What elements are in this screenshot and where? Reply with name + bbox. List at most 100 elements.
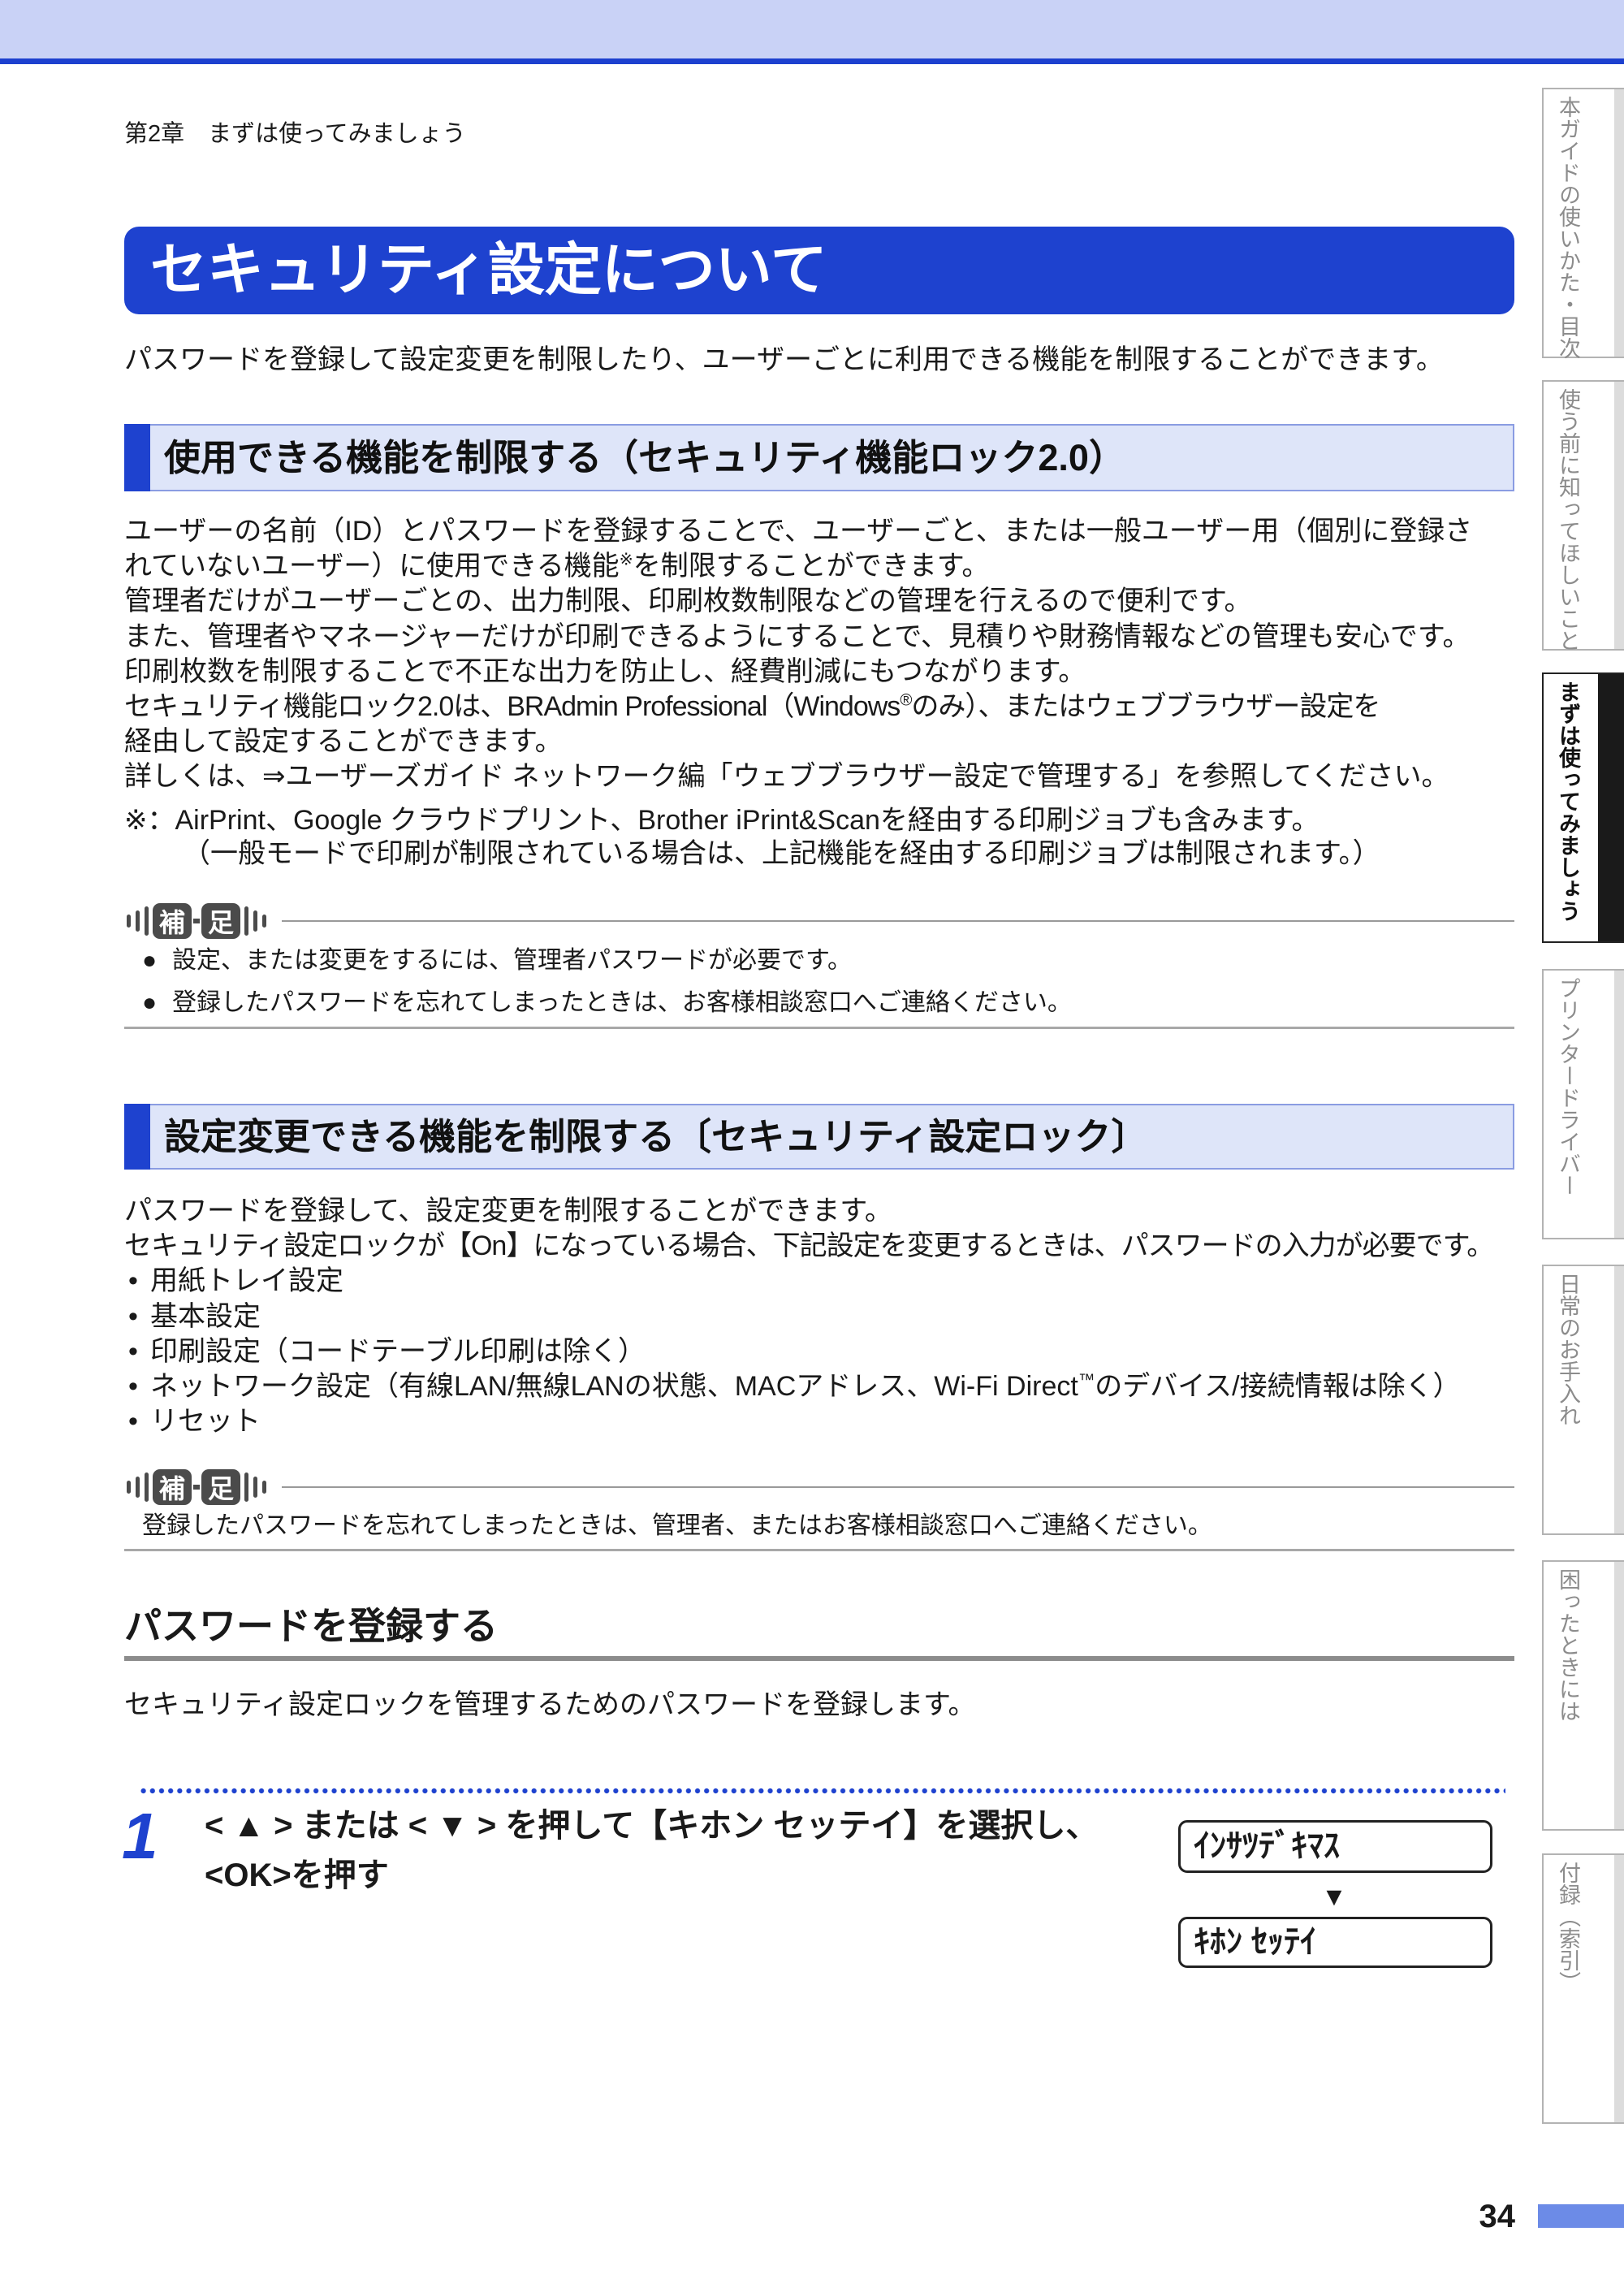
paragraph-line: パスワードを登録して、設定変更を制限することができます。 bbox=[124, 1196, 892, 1226]
registered-mark: ® bbox=[900, 691, 912, 710]
supplement-label-decoration bbox=[127, 1481, 131, 1494]
paragraph-line: 印刷枚数を制限することで不正な出力を防止し、経費削減にもつながります。 bbox=[124, 655, 1086, 687]
list-item-text: のデバイス/接続情報は除く） bbox=[1095, 1371, 1461, 1403]
step-divider-dotted-line bbox=[139, 1787, 1505, 1795]
paragraph-line: れていないユーザー）に使用できる機能※を制限することができます。 bbox=[124, 549, 1514, 584]
supplement-label-decoration bbox=[244, 1473, 248, 1502]
list-item: • 基本設定 bbox=[124, 1300, 1514, 1334]
side-tab-before-use[interactable]: 使う前に知ってほしいこと bbox=[1542, 380, 1624, 651]
side-tab-printer-driver[interactable]: プリンタードライバー bbox=[1542, 969, 1624, 1239]
step-instruction: < ▲ > または < ▼ > を押して【キホン セッテイ】を選択し、 <OK>… bbox=[205, 1801, 1098, 1901]
list-item: • 用紙トレイ設定 bbox=[124, 1264, 1514, 1299]
supplement-label-char: 補 bbox=[153, 903, 192, 939]
side-tab-guide-contents[interactable]: 本ガイドの使いかた・目次 bbox=[1542, 88, 1624, 359]
paragraph-line: セキュリティ機能ロック2.0は、BRAdmin Professional（Win… bbox=[124, 690, 1514, 724]
section-heading-function-lock: 使用できる機能を制限する（セキュリティ機能ロック2.0） bbox=[124, 424, 1514, 491]
section-heading-setting-lock: 設定変更できる機能を制限する〔セキュリティ設定ロック〕 bbox=[124, 1104, 1514, 1170]
lcd-text: ｲﾝｻﾂﾃﾞｷﾏｽ bbox=[1194, 1828, 1340, 1864]
paragraph-line: 経由して設定することができます。 bbox=[124, 726, 563, 758]
side-tab-appendix-index[interactable]: 付録（索引） bbox=[1542, 1853, 1624, 2124]
side-tab-label: 付録（索引） bbox=[1556, 1862, 1580, 1993]
footnote-line: ※：AirPrint、Google クラウドプリント、Brother iPrin… bbox=[124, 805, 1320, 836]
supplement-label-decoration bbox=[262, 915, 266, 928]
supplement-rule bbox=[282, 1486, 1514, 1488]
supplement-label-decoration bbox=[262, 1481, 266, 1494]
side-tab-label: まずは使ってみましょう bbox=[1556, 681, 1580, 922]
register-password-description: セキュリティ設定ロックを管理するためのパスワードを登録します。 bbox=[124, 1689, 976, 1720]
page-number: 34 bbox=[1479, 2199, 1516, 2234]
supplement-label-decoration bbox=[244, 906, 248, 936]
page-title: セキュリティ設定について bbox=[150, 238, 827, 301]
paragraph-line: ユーザーの名前（ID）とパスワードを登録することで、ユーザーごと、または一般ユー… bbox=[124, 516, 1473, 547]
section-heading-bar bbox=[124, 424, 150, 491]
side-tab-label: 本ガイドの使いかた・目次 bbox=[1556, 96, 1580, 359]
bullet-icon: • bbox=[128, 1335, 138, 1367]
supplement-label-decoration bbox=[136, 1477, 140, 1498]
side-tab-maintenance[interactable]: 日常のお手入れ bbox=[1542, 1265, 1624, 1535]
supplement-label-decoration bbox=[253, 910, 257, 932]
bullet-icon: ● bbox=[142, 947, 158, 974]
lcd-text: ｷﾎﾝ ｾｯﾃｲ bbox=[1194, 1924, 1317, 1960]
supplement-label-char: 足 bbox=[201, 1469, 240, 1505]
bullet-icon: • bbox=[128, 1406, 138, 1438]
step-number: 1 bbox=[122, 1800, 158, 1872]
step-instruction-line: < ▲ > または < ▼ > を押して【キホン セッテイ】を選択し、 bbox=[205, 1808, 1099, 1844]
line-text: を制限することができます。 bbox=[633, 551, 990, 582]
page-title-banner: セキュリティ設定について bbox=[124, 227, 1514, 314]
supplement-text: 登録したパスワードを忘れてしまったときは、管理者、またはお客様相談窓口へご連絡く… bbox=[142, 1512, 1212, 1539]
supplement-rule bbox=[282, 920, 1514, 922]
supplement-bottom-rule bbox=[124, 1549, 1514, 1551]
supplement-label-char: 足 bbox=[201, 903, 240, 939]
line-text: のみ）、またはウェブブラウザー設定を bbox=[911, 691, 1380, 723]
paragraph-line: また、管理者やマネージャーだけが印刷できるようにすることで、見積りや財務情報など… bbox=[124, 621, 1471, 652]
side-tab-troubleshooting[interactable]: 困ったときには bbox=[1542, 1560, 1624, 1831]
trademark-mark: ™ bbox=[1078, 1371, 1095, 1390]
side-tab-getting-started[interactable]: まずは使ってみましょう bbox=[1542, 672, 1624, 943]
manual-page: 第2章 まずは使ってみましょう セキュリティ設定について パスワードを登録して設… bbox=[0, 0, 1624, 2292]
list-item-text: 印刷設定（コードテーブル印刷は除く） bbox=[150, 1335, 646, 1367]
footnote-mark: ※ bbox=[619, 551, 633, 569]
bullet-icon: ● bbox=[142, 989, 158, 1016]
list-item-text: 設定、または変更をするには、管理者パスワードが必要です。 bbox=[172, 947, 852, 974]
down-arrow-icon: ▼ bbox=[1321, 1882, 1347, 1911]
bullet-icon: • bbox=[128, 1265, 138, 1297]
supplement-label-decoration bbox=[136, 910, 140, 932]
list-item-text: 登録したパスワードを忘れてしまったときは、お客様相談窓口へご連絡ください。 bbox=[172, 989, 1072, 1016]
line-text: セキュリティ機能ロック2.0は、BRAdmin Professional（Win… bbox=[124, 691, 901, 723]
paragraph-line: 管理者だけがユーザーごとの、出力制限、印刷枚数制限などの管理を行えるので便利です… bbox=[124, 586, 1252, 617]
footnote-line: （一般モードで印刷が制限されている場合は、上記機能を経由する印刷ジョブは制限され… bbox=[183, 838, 1380, 869]
side-tab-label: 困ったときには bbox=[1556, 1568, 1580, 1722]
supplement-bottom-rule bbox=[124, 1027, 1514, 1029]
supplement-note: 登録したパスワードを忘れてしまったときは、管理者、またはお客様相談窓口へご連絡く… bbox=[142, 1505, 1212, 1547]
user-guide-reference[interactable]: 詳しくは、⇒ユーザーズガイド ネットワーク編「ウェブブラウザー設定で管理する」を… bbox=[124, 759, 1514, 794]
chapter-breadcrumb: 第2章 まずは使ってみましょう bbox=[124, 121, 466, 147]
footnote: ※：AirPrint、Google クラウドプリント、Brother iPrin… bbox=[124, 804, 1380, 871]
list-item: • ネットワーク設定（有線LAN/無線LANの状態、MACアドレス、Wi-Fi D… bbox=[124, 1369, 1514, 1404]
section-heading-text: 使用できる機能を制限する（セキュリティ機能ロック2.0） bbox=[164, 437, 1125, 478]
supplement-header: 補 足 bbox=[124, 902, 1514, 941]
intro-paragraph: パスワードを登録して設定変更を制限したり、ユーザーごとに利用できる機能を制限する… bbox=[124, 344, 1444, 375]
supplement-label-decoration bbox=[193, 1485, 200, 1490]
supplement-list: ● 設定、または変更をするには、管理者パスワードが必要です。 ● 登録したパスワード… bbox=[142, 940, 1072, 1024]
setting-lock-paragraph: パスワードを登録して、設定変更を制限することができます。 セキュリティ設定ロック… bbox=[124, 1194, 1514, 1439]
list-item-text: 用紙トレイ設定 bbox=[150, 1265, 343, 1297]
subheading-underline bbox=[124, 1656, 1514, 1661]
paragraph-line: セキュリティ設定ロックが【On】になっている場合、下記設定を変更するときは、パス… bbox=[124, 1230, 1494, 1262]
supplement-header: 補 足 bbox=[124, 1468, 1514, 1507]
list-item: • リセット bbox=[124, 1404, 1514, 1439]
list-item: ● 登録したパスワードを忘れてしまったときは、お客様相談窓口へご連絡ください。 bbox=[142, 982, 1072, 1024]
supplement-label-decoration bbox=[145, 906, 149, 936]
subheading-register-password: パスワードを登録する bbox=[124, 1605, 498, 1647]
lcd-screen-before: ｲﾝｻﾂﾃﾞｷﾏｽ bbox=[1178, 1820, 1492, 1873]
lcd-screen-after: ｷﾎﾝ ｾｯﾃｲ bbox=[1178, 1917, 1492, 1968]
supplement-label: 補 足 bbox=[124, 903, 269, 939]
page-number-bar bbox=[1538, 2204, 1624, 2228]
list-item-text: リセット bbox=[150, 1406, 261, 1438]
bullet-icon: • bbox=[128, 1371, 138, 1403]
list-item-text: ネットワーク設定（有線LAN/無線LANの状態、MACアドレス、Wi-Fi Di… bbox=[150, 1371, 1078, 1403]
side-tab-label: 日常のお手入れ bbox=[1556, 1273, 1580, 1426]
supplement-label-char: 補 bbox=[153, 1469, 192, 1505]
section-heading-text: 設定変更できる機能を制限する〔セキュリティ設定ロック〕 bbox=[164, 1116, 1148, 1157]
section-heading-bar bbox=[124, 1104, 150, 1170]
side-tab-label: プリンタードライバー bbox=[1556, 977, 1580, 1196]
